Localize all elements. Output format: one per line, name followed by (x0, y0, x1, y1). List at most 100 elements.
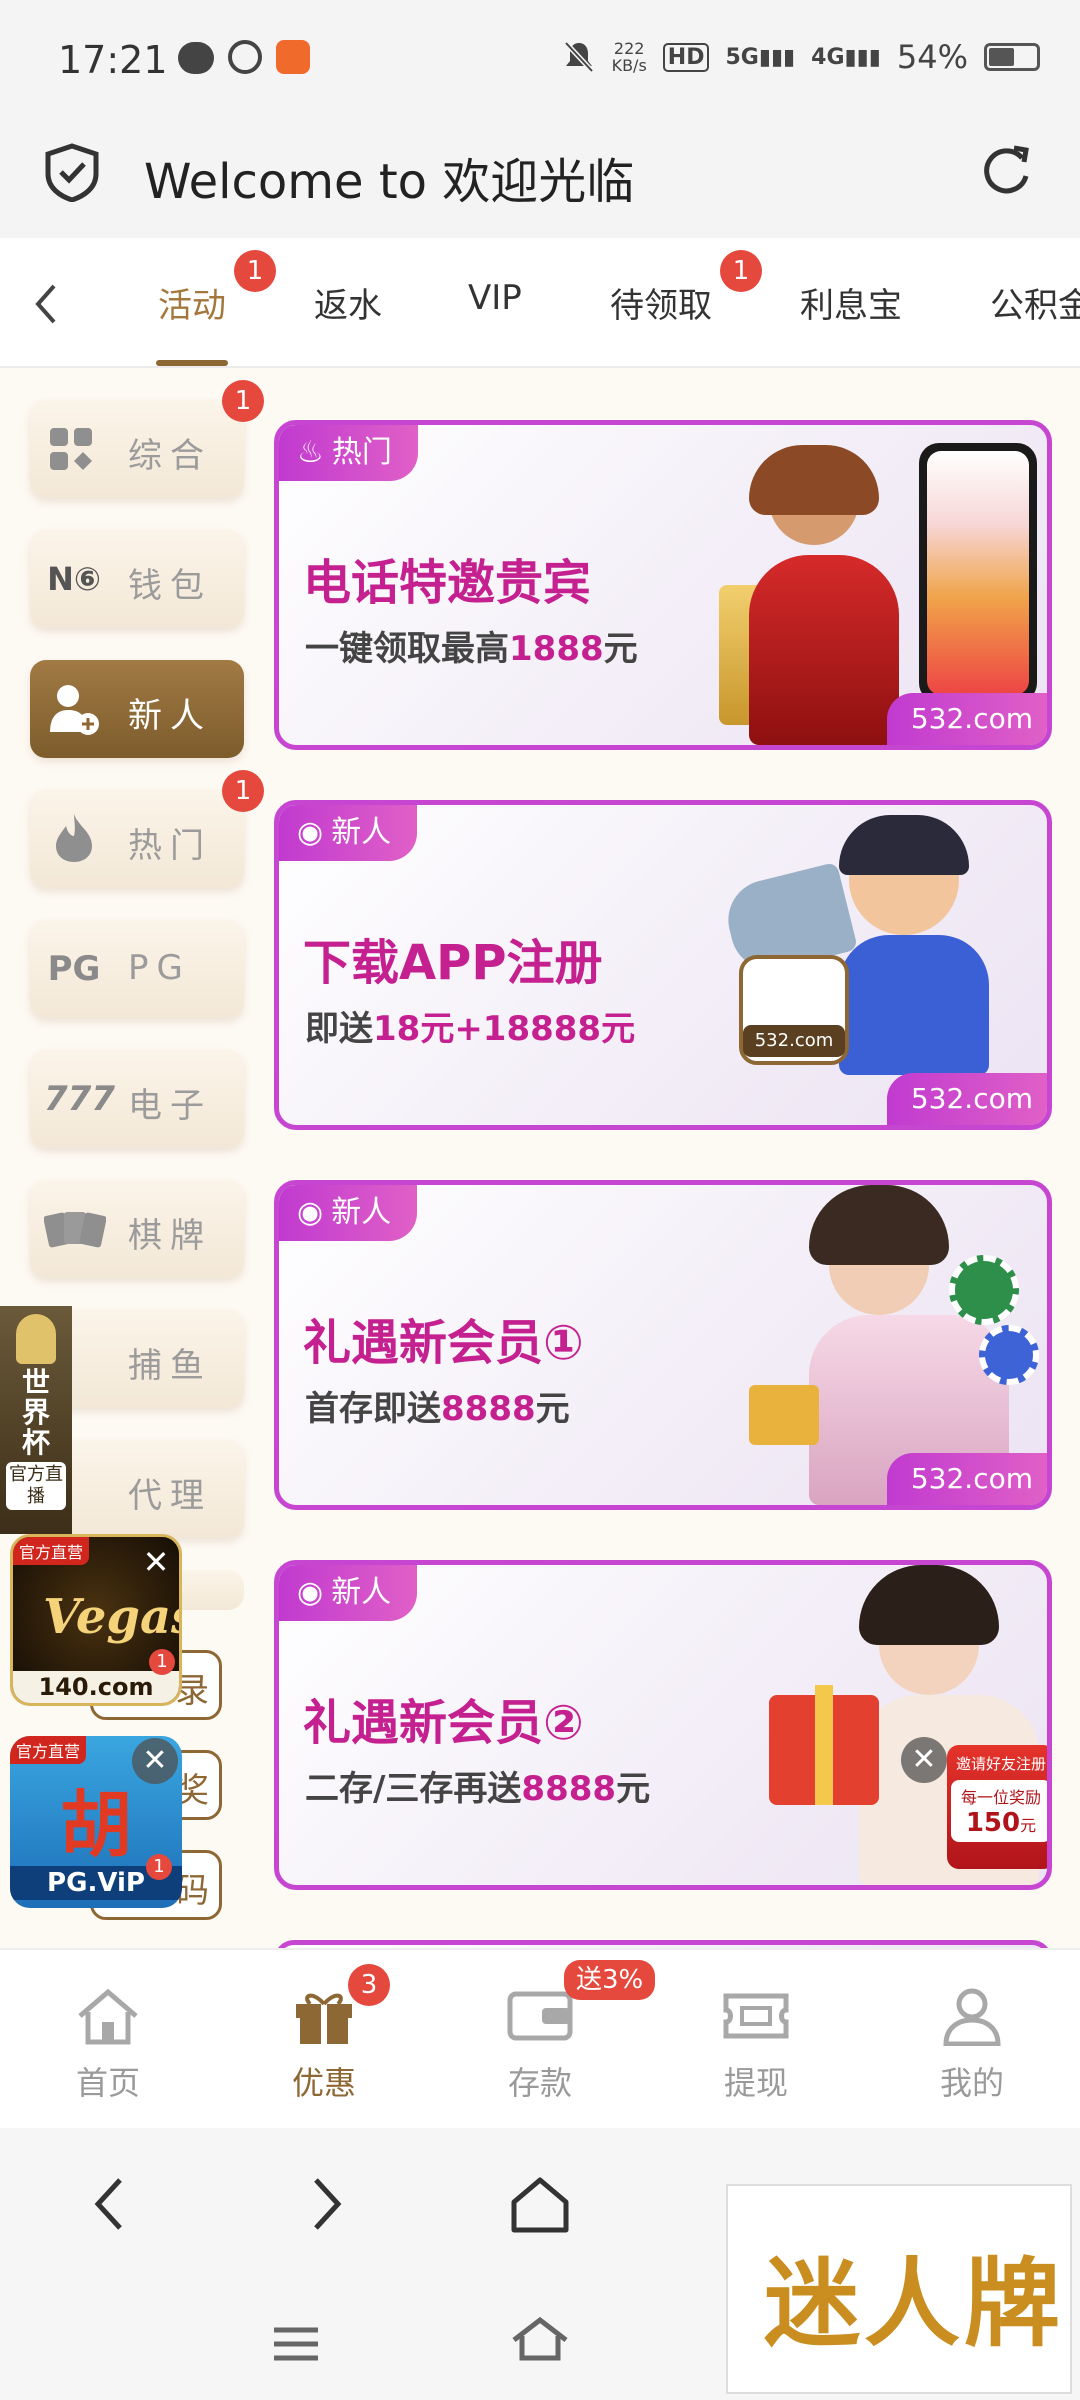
promo-model-image (709, 445, 909, 745)
pg-badge: 1 (146, 1854, 172, 1880)
grid-icon (50, 428, 92, 470)
sidebar-item-general[interactable]: 综合 (30, 400, 244, 498)
sidebar-item-hot[interactable]: 热门 (30, 790, 244, 888)
promo-card-partial[interactable] (274, 1940, 1052, 1948)
promo-tag-label: 新人 (331, 1575, 392, 1610)
vegas-domain: 140.com (13, 1671, 179, 1703)
sidebar-item-label: PG (128, 948, 191, 988)
tab-pending-badge: 1 (720, 250, 762, 292)
tab-vip[interactable]: VIP (468, 278, 522, 318)
promo-subtitle-prefix: 即送 (305, 1009, 373, 1049)
user-profile-icon (943, 1988, 1001, 2047)
menu-icon[interactable] (270, 2324, 322, 2364)
pg-corner-tag: 官方直营 (10, 1736, 87, 1764)
mute-bell-icon (563, 41, 594, 73)
tab-pending[interactable]: 待领取 (610, 278, 712, 327)
tab-activity[interactable]: 活动 (158, 278, 226, 327)
promo-subtitle-highlight: 8888 (441, 1389, 536, 1429)
system-home-icon[interactable] (508, 2314, 572, 2364)
promo-title: 电话特邀贵宾 (303, 555, 592, 611)
battery-icon (984, 43, 1040, 71)
promo-subtitle: 二存/三存再送8888元 (305, 1761, 650, 1810)
promo-title: 礼遇新会员② (303, 1695, 584, 1751)
sidebar-item-label: 新人 (128, 696, 212, 736)
gift-icon (296, 1993, 352, 2044)
nav-profile[interactable]: 我的 (912, 1986, 1032, 2104)
watermark-box: 迷人牌 (726, 2184, 1072, 2394)
flame-icon (56, 814, 92, 862)
signal-4g-label: 4G (811, 44, 845, 70)
worldcup-char: 世 (21, 1366, 50, 1399)
net-speed: 222 KB/s (612, 40, 647, 74)
signal-5g: 5G▮▮▮ (725, 44, 796, 70)
invite-title: 邀请好友注册 (955, 1755, 1046, 1773)
nav-home[interactable]: 首页 (48, 1986, 168, 2104)
sidebar-item-new-user[interactable]: 新人 (30, 660, 244, 758)
wallet-icon (507, 1991, 573, 2041)
browser-home-icon[interactable] (508, 2174, 572, 2238)
nav-withdraw[interactable]: 提现 (696, 1986, 816, 2104)
tab-interest[interactable]: 利息宝 (800, 278, 902, 327)
promo-domain: 532.com (886, 1453, 1047, 1505)
nav-label: 存款 (507, 2064, 572, 2102)
promo-card-vip-call[interactable]: ♨ 热门 电话特邀贵宾 一键领取最高1888元 532.com (274, 420, 1052, 750)
promo-tag: ◉ 新人 (279, 1565, 418, 1621)
promo-card-second-deposit[interactable]: ◉ 新人 礼遇新会员② 二存/三存再送8888元 邀请好友注册 每一位奖励 150… (274, 1560, 1052, 1890)
vegas-logo: Vegas (43, 1589, 179, 1645)
promo-subtitle-prefix: 一键领取最高 (305, 629, 509, 669)
worldcup-char: 界 (21, 1396, 50, 1429)
chevron-left-icon[interactable] (32, 280, 62, 328)
nav-deposit[interactable]: 存款 (480, 1986, 600, 2104)
worldcup-live-banner[interactable]: 世 界 杯 官方直播 (0, 1306, 72, 1534)
sidebar-item-wallet[interactable]: N⑥ 钱包 (30, 530, 244, 628)
promo-subtitle-prefix: 二存/三存再送 (305, 1769, 522, 1809)
tab-active-indicator (156, 360, 228, 366)
status-time: 17:21 (58, 38, 168, 82)
refresh-icon[interactable] (976, 140, 1036, 200)
trophy-icon (16, 1314, 56, 1364)
promo-title: 下载APP注册 (303, 935, 603, 991)
camera-app-icon (228, 40, 262, 74)
sidebar-item-label: 捕鱼 (128, 1346, 212, 1386)
promo-subtitle-suffix: 元 (603, 629, 638, 669)
flame-icon: ♨ (297, 435, 324, 470)
nav-deposit-badge: 送3% (564, 1960, 656, 2000)
invite-friend-card[interactable]: 邀请好友注册 每一位奖励 150元 (947, 1745, 1047, 1869)
main-content: 综合 1 N⑥ 钱包 新人 热门 1 PG PG 777 电子 棋牌 捕鱼 代理… (0, 368, 1080, 1948)
browser-nav-bar: 迷人牌 (0, 2128, 1080, 2400)
sidebar-item-pg[interactable]: PG PG (30, 920, 244, 1018)
sidebar-item-slots[interactable]: 777 电子 (30, 1050, 244, 1148)
page-title: Welcome to 欢迎光临 (144, 154, 635, 210)
vegas-corner-tag: 官方直营 (13, 1537, 90, 1565)
nav-label: 提现 (723, 2064, 788, 2102)
tab-fund[interactable]: 公积金 (990, 278, 1080, 327)
nav-label: 我的 (939, 2064, 1004, 2102)
promo-subtitle: 首存即送8888元 (305, 1381, 570, 1430)
close-icon[interactable]: ✕ (132, 1738, 178, 1784)
close-icon[interactable]: ✕ (901, 1737, 947, 1783)
promo-character-image: 532.com (719, 815, 1039, 1115)
promo-card-app-download[interactable]: ◉ 新人 下载APP注册 即送18元+18888元 532.com 532.com (274, 800, 1052, 1130)
net-speed-unit: KB/s (611, 56, 647, 75)
tab-rebate[interactable]: 返水 (314, 278, 382, 327)
sidebar-item-cards[interactable]: 棋牌 (30, 1180, 244, 1278)
promo-tag-label: 新人 (331, 1195, 392, 1230)
hd-indicator: HD (662, 42, 710, 72)
sidebar-item-label: 代理 (128, 1476, 212, 1516)
user-icon: ◉ (297, 1575, 324, 1610)
promo-subtitle: 即送18元+18888元 (305, 1001, 635, 1050)
shield-check-icon[interactable] (44, 142, 100, 202)
tab-activity-badge: 1 (234, 250, 276, 292)
nav-label: 首页 (75, 2064, 140, 2102)
back-arrow-icon[interactable] (90, 2174, 130, 2234)
message-icon (178, 42, 214, 74)
invite-unit: 元 (1020, 1816, 1037, 1835)
watermark-text: 迷人牌 (764, 2247, 1064, 2360)
ticket-icon (723, 1993, 789, 2039)
vegas-badge: 1 (149, 1649, 175, 1675)
category-tabs: 活动 1 返水 VIP 待领取 1 利息宝 公积金 (0, 238, 1080, 368)
promo-card-first-deposit[interactable]: ◉ 新人 礼遇新会员① 首存即送8888元 532.com (274, 1180, 1052, 1510)
home-icon (78, 1988, 138, 2045)
forward-arrow-icon[interactable] (306, 2174, 346, 2234)
close-icon[interactable]: ✕ (138, 1544, 174, 1580)
